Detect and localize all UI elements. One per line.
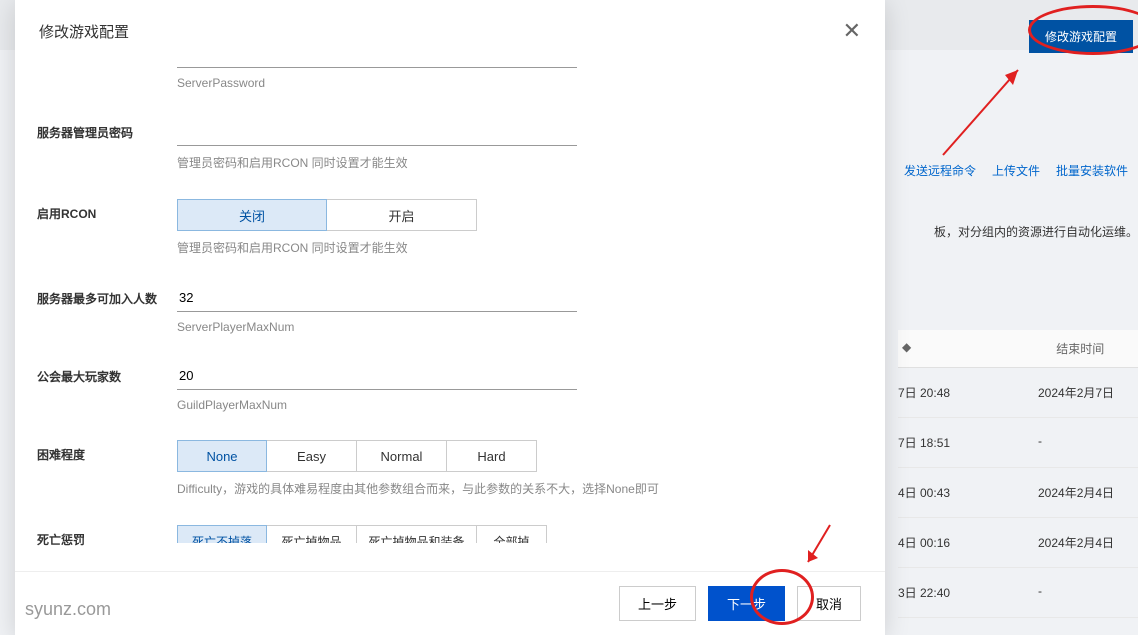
next-button[interactable]: 下一步 [708, 586, 785, 621]
difficulty-row: 困难程度 None Easy Normal Hard Difficulty，游戏… [37, 440, 861, 497]
config-modal: 修改游戏配置 ✕ ServerPassword 服务器管理员密码 管理员密码和启… [15, 0, 885, 635]
admin-password-row: 服务器管理员密码 管理员密码和启用RCON 同时设置才能生效 [37, 118, 861, 171]
server-password-row: ServerPassword [37, 58, 861, 90]
admin-password-label: 服务器管理员密码 [37, 118, 177, 141]
guild-max-help: GuildPlayerMaxNum [177, 398, 597, 412]
guild-max-row: 公会最大玩家数 GuildPlayerMaxNum [37, 362, 861, 412]
max-players-input[interactable] [177, 284, 577, 312]
watermark: syunz.com [25, 599, 111, 620]
server-password-help: ServerPassword [177, 76, 597, 90]
death-penalty-label: 死亡惩罚 [37, 525, 177, 548]
max-players-label: 服务器最多可加入人数 [37, 284, 177, 307]
rcon-help: 管理员密码和启用RCON 同时设置才能生效 [177, 239, 597, 256]
close-icon[interactable]: ✕ [843, 20, 861, 42]
difficulty-hard-button[interactable]: Hard [447, 440, 537, 472]
death-none-button[interactable]: 死亡不掉落 [177, 525, 267, 543]
death-items-button[interactable]: 死亡掉物品 [267, 525, 357, 543]
difficulty-easy-button[interactable]: Easy [267, 440, 357, 472]
difficulty-normal-button[interactable]: Normal [357, 440, 447, 472]
rcon-off-button[interactable]: 关闭 [177, 199, 327, 231]
max-players-row: 服务器最多可加入人数 ServerPlayerMaxNum [37, 284, 861, 334]
modal-overlay: 修改游戏配置 ✕ ServerPassword 服务器管理员密码 管理员密码和启… [0, 0, 1138, 635]
server-password-input[interactable] [177, 58, 577, 68]
death-all-button[interactable]: 全部掉 [477, 525, 547, 543]
admin-password-help: 管理员密码和启用RCON 同时设置才能生效 [177, 154, 597, 171]
death-penalty-row: 死亡惩罚 死亡不掉落 死亡掉物品 死亡掉物品和装备 全部掉 [37, 525, 861, 548]
difficulty-toggle-group: None Easy Normal Hard [177, 440, 777, 472]
rcon-row: 启用RCON 关闭 开启 管理员密码和启用RCON 同时设置才能生效 [37, 199, 861, 256]
modal-footer: 上一步 下一步 取消 [15, 571, 885, 635]
prev-button[interactable]: 上一步 [619, 586, 696, 621]
modal-title: 修改游戏配置 [39, 21, 129, 42]
rcon-toggle-group: 关闭 开启 [177, 199, 597, 231]
death-items-equip-button[interactable]: 死亡掉物品和装备 [357, 525, 477, 543]
guild-max-input[interactable] [177, 362, 577, 390]
cancel-button[interactable]: 取消 [797, 586, 861, 621]
difficulty-none-button[interactable]: None [177, 440, 267, 472]
guild-max-label: 公会最大玩家数 [37, 362, 177, 385]
death-penalty-toggle-group: 死亡不掉落 死亡掉物品 死亡掉物品和装备 全部掉 [177, 525, 777, 543]
difficulty-label: 困难程度 [37, 440, 177, 463]
rcon-label: 启用RCON [37, 199, 177, 222]
admin-password-input[interactable] [177, 118, 577, 146]
difficulty-help: Difficulty，游戏的具体难易程度由其他参数组合而来，与此参数的关系不大，… [177, 480, 777, 497]
rcon-on-button[interactable]: 开启 [327, 199, 477, 231]
modal-header: 修改游戏配置 ✕ [15, 0, 885, 58]
modal-body[interactable]: ServerPassword 服务器管理员密码 管理员密码和启用RCON 同时设… [15, 58, 885, 571]
max-players-help: ServerPlayerMaxNum [177, 320, 597, 334]
